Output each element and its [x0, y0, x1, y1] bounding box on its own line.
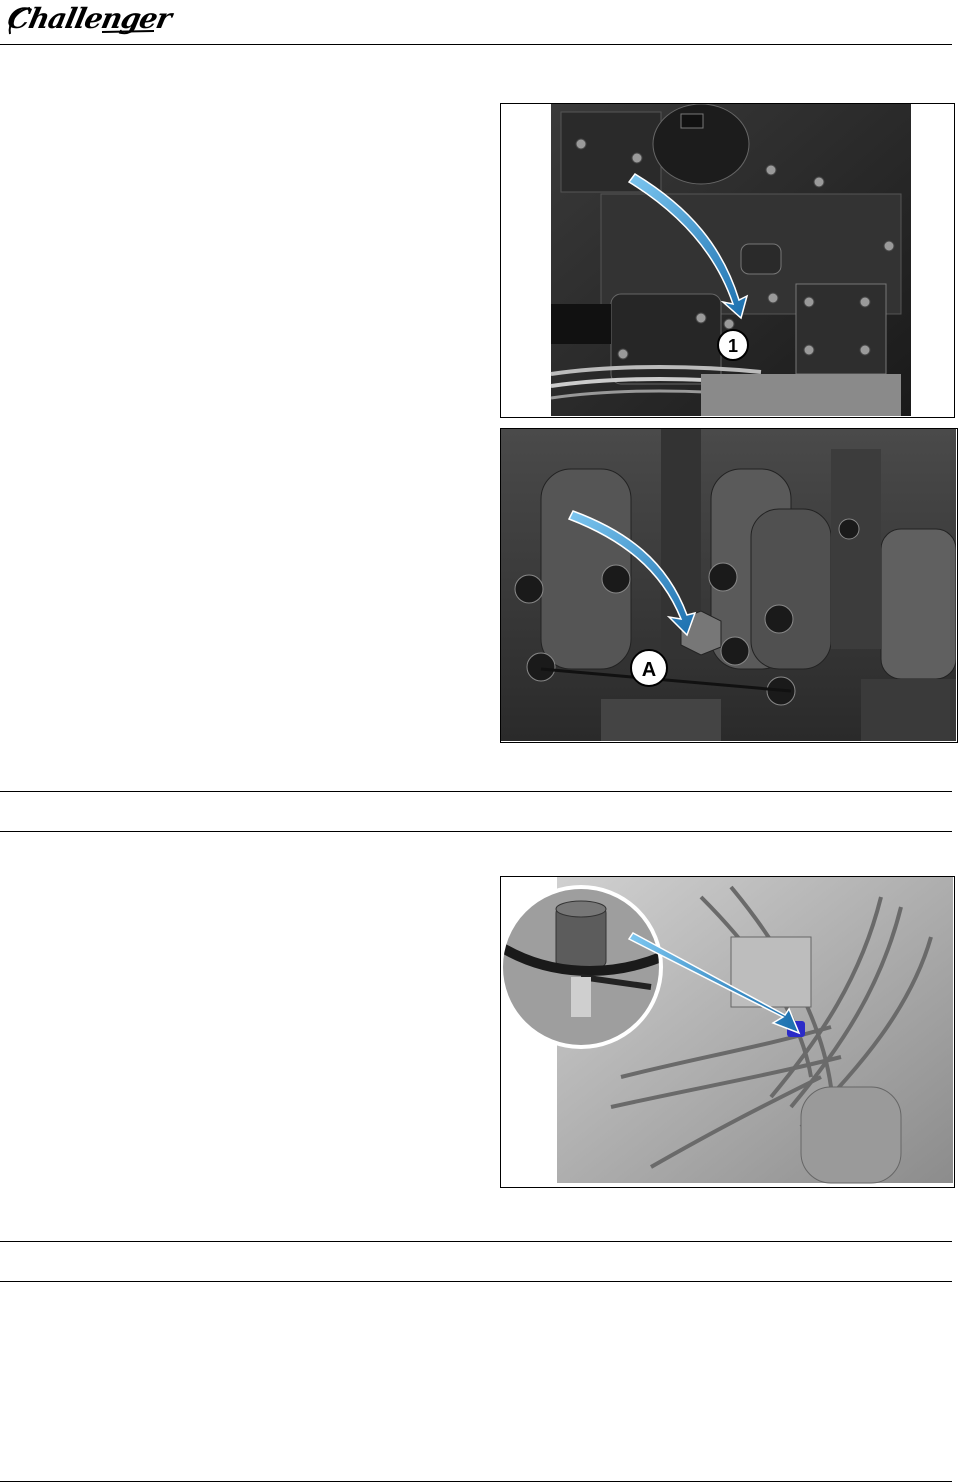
section-rule-2b	[0, 1281, 952, 1282]
figure-oil-filter-housing: 1	[500, 103, 955, 418]
section-rule-2a	[0, 1241, 952, 1242]
engine-illustration-3	[501, 877, 953, 1186]
challenger-logo: Challenger	[4, 2, 173, 42]
callout-label-a: A	[642, 659, 656, 681]
engine-illustration-1: 1	[501, 104, 953, 416]
footer-rule	[0, 1481, 952, 1482]
brand-name: Challenger	[4, 2, 174, 35]
callout-label-1: 1	[728, 336, 738, 356]
header-rule	[0, 44, 952, 45]
engine-illustration-2: A	[501, 429, 956, 741]
section-rule-1a	[0, 791, 952, 792]
section-rule-1b	[0, 831, 952, 832]
figure-pump-mount: A	[500, 428, 958, 743]
figure-sensor-detail	[500, 876, 955, 1188]
